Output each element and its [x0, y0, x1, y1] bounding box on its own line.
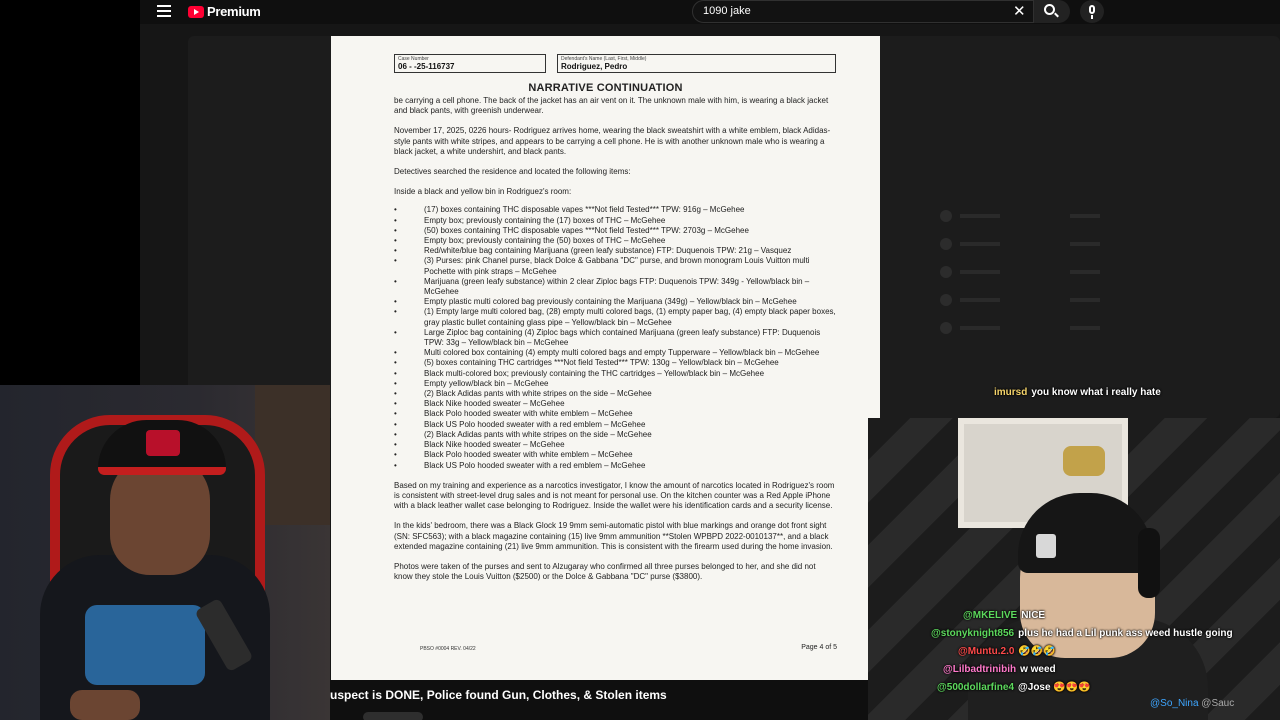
narrative-paragraph: Inside a black and yellow bin in Rodrigu… — [394, 187, 572, 197]
evidence-item: (5) boxes containing THC cartridges ***N… — [394, 358, 836, 368]
menu-icon[interactable] — [157, 5, 171, 17]
case-number: 06 - -25-116737 — [398, 62, 455, 71]
bottom-mentions: @So_Nina @Sauc — [1150, 698, 1234, 709]
police-report-document: Case Number 06 - -25-116737 Defendant's … — [331, 36, 880, 680]
evidence-item: Black Polo hooded sweater with white emb… — [394, 409, 836, 419]
evidence-item: (1) Empty large multi colored bag, (28) … — [394, 307, 836, 327]
chat-message: imursd you know what i really hate — [994, 387, 1161, 398]
evidence-item: Black US Polo hooded sweater with a red … — [394, 461, 836, 471]
chat-message: @stonyknight856 plus he had a Lil punk as… — [931, 628, 1233, 639]
case-number-box: Case Number 06 - -25-116737 — [394, 54, 546, 73]
evidence-item: (2) Black Adidas pants with white stripe… — [394, 389, 836, 399]
narrative-paragraph: November 17, 2025, 0226 hours- Rodriguez… — [394, 126, 831, 156]
form-number: PBSO #0004 REV. 04/22 — [420, 646, 476, 652]
document-title: NARRATIVE CONTINUATION — [528, 82, 683, 94]
streamer-webcam-right — [868, 418, 1280, 720]
chat-message: @Muntu.2.0 🤣🤣🤣 — [958, 646, 1056, 657]
play-button-icon — [1063, 446, 1105, 476]
chat-text: NICE — [1021, 610, 1046, 621]
evidence-item: Black Nike hooded sweater – McGehee — [394, 399, 836, 409]
left-black-area — [0, 0, 140, 385]
search-button[interactable] — [1034, 0, 1070, 23]
defendant-box: Defendant's Name (Last, First, Middle) R… — [557, 54, 836, 73]
hat-logo-icon — [146, 430, 180, 456]
narrative-paragraph: Photos were taken of the purses and sent… — [394, 561, 816, 582]
chat-username: @500dollarfine4 — [937, 682, 1015, 693]
document-body: be carrying a cell phone. The back of th… — [394, 96, 836, 592]
evidence-item: Empty plastic multi colored bag previous… — [394, 297, 836, 307]
chat-text: 🤣🤣🤣 — [1018, 646, 1056, 657]
narrative-paragraph: Based on my training and experience as a… — [394, 480, 835, 511]
evidence-item: (3) Purses: pink Chanel purse, black Dol… — [394, 256, 836, 276]
streamer-webcam-left — [0, 385, 330, 720]
chat-message: @500dollarfine4 @Jose 😍😍😍 — [937, 682, 1091, 693]
evidence-item: Marijuana (green leafy substance) within… — [394, 277, 836, 297]
evidence-item: Large Ziploc bag containing (4) Ziploc b… — [394, 328, 836, 348]
evidence-item: (50) boxes containing THC disposable vap… — [394, 226, 836, 236]
narrative-paragraph: be carrying a cell phone. The back of th… — [394, 96, 829, 116]
faded-background-list — [940, 205, 1100, 345]
hat-logo-icon — [1036, 534, 1056, 558]
mention-link[interactable]: @So_Nina — [1150, 698, 1199, 709]
mention-link[interactable]: @Sauc — [1201, 698, 1234, 709]
chat-message: @MKELIVE NICE — [963, 610, 1045, 621]
narrative-paragraph: Detectives searched the residence and lo… — [394, 167, 631, 177]
evidence-item: (17) boxes containing THC disposable vap… — [394, 205, 836, 215]
evidence-item: Multi colored box containing (4) empty m… — [394, 348, 836, 358]
evidence-list: (17) boxes containing THC disposable vap… — [394, 205, 836, 470]
video-title[interactable]: uspect is DONE, Police found Gun, Clothe… — [330, 688, 667, 702]
close-icon[interactable]: ✕ — [1013, 2, 1026, 20]
chat-text: w weed — [1020, 664, 1056, 675]
evidence-item: (2) Black Adidas pants with white stripe… — [394, 430, 836, 440]
chat-text: you know what i really hate — [1031, 387, 1161, 398]
mic-icon — [1089, 5, 1095, 14]
narrative-paragraph: In the kids' bedroom, there was a Black … — [394, 521, 833, 551]
chat-text: @Jose 😍😍😍 — [1018, 682, 1091, 693]
evidence-item: Empty box; previously containing the (50… — [394, 236, 836, 246]
brand-label: Premium — [207, 4, 261, 19]
chat-username: @Lilbadtrinibih — [943, 664, 1017, 675]
youtube-logo[interactable]: Premium — [188, 4, 261, 19]
evidence-item: Black Polo hooded sweater with white emb… — [394, 450, 836, 460]
evidence-item: Red/white/blue bag containing Marijuana … — [394, 246, 836, 256]
filter-chip[interactable] — [363, 712, 423, 720]
headset-icon — [1138, 528, 1160, 598]
chat-username: imursd — [994, 387, 1028, 398]
defendant-name: Rodriguez, Pedro — [561, 62, 628, 71]
chat-message: @Lilbadtrinibih w weed — [943, 664, 1056, 675]
chat-username: @stonyknight856 — [931, 628, 1015, 639]
evidence-item: Black US Polo hooded sweater with a red … — [394, 420, 836, 430]
evidence-item: Empty yellow/black bin – McGehee — [394, 379, 836, 389]
evidence-item: Empty box; previously containing the (17… — [394, 216, 836, 226]
search-query-text[interactable]: 1090 jake — [703, 5, 751, 17]
evidence-item: Black multi-colored box; previously cont… — [394, 369, 836, 379]
evidence-item: Black Nike hooded sweater – McGehee — [394, 440, 836, 450]
voice-search-button[interactable] — [1080, 0, 1104, 23]
chat-text: plus he had a Lil punk ass weed hustle g… — [1018, 628, 1233, 639]
page-number: Page 4 of 5 — [801, 644, 837, 651]
chat-username: @MKELIVE — [963, 610, 1018, 621]
chat-username: @Muntu.2.0 — [958, 646, 1015, 657]
youtube-logo-icon — [188, 5, 204, 18]
